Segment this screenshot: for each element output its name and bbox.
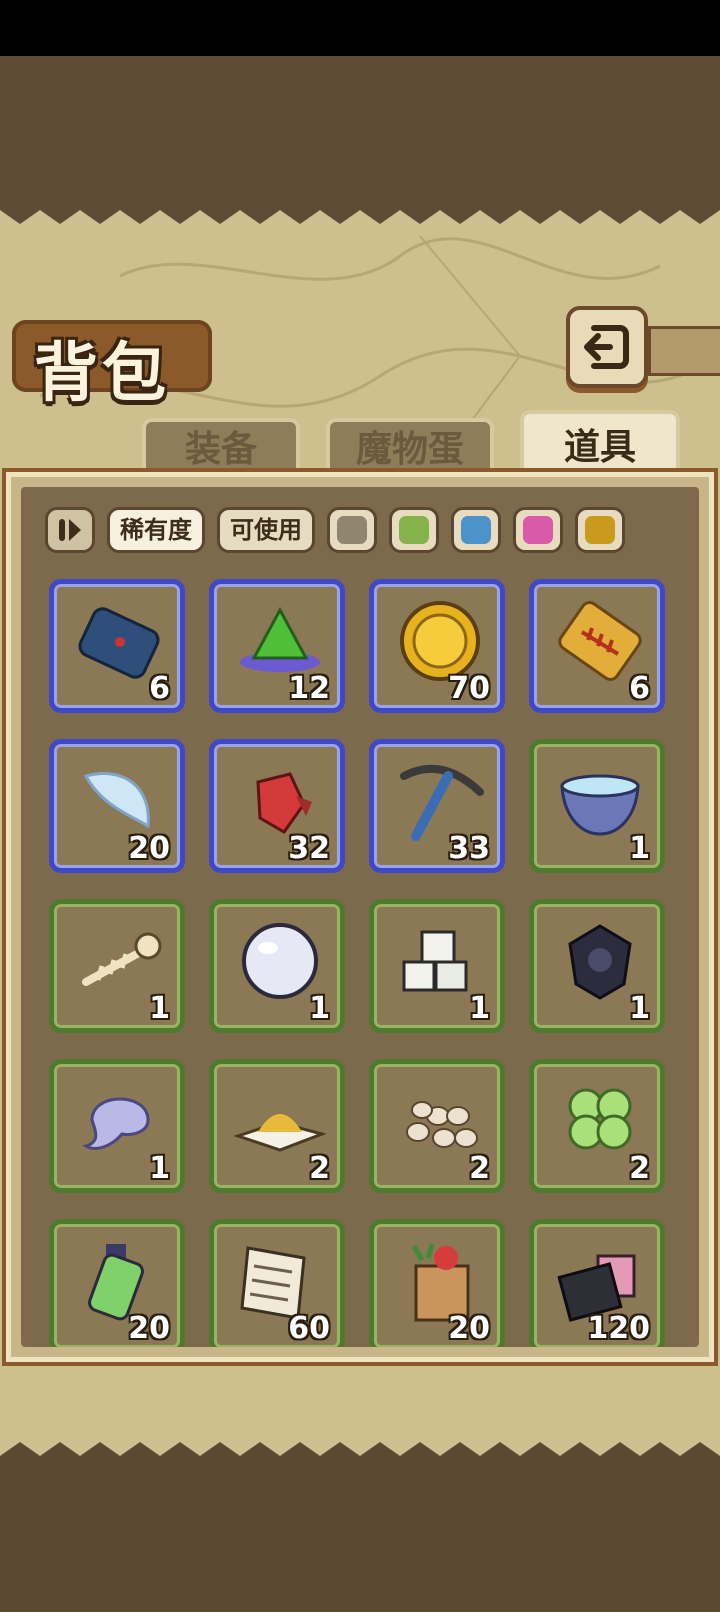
item-slot[interactable]: 1 (209, 899, 345, 1033)
item-quantity: 33 (448, 831, 490, 866)
item-quantity: 60 (288, 1311, 330, 1346)
color-swatch-gray (337, 516, 367, 544)
item-slot[interactable]: 32 (209, 739, 345, 873)
page-title: 背包 (34, 337, 170, 411)
bottom-torn-edge (0, 1442, 720, 1470)
color-swatch-green (399, 516, 429, 544)
color-filter-gold[interactable] (575, 507, 625, 553)
item-slot[interactable]: 33 (369, 739, 505, 873)
item-quantity: 20 (448, 1311, 490, 1346)
color-filter-gray[interactable] (327, 507, 377, 553)
item-quantity: 70 (448, 671, 490, 706)
item-slot[interactable]: 1 (369, 899, 505, 1033)
item-quantity: 2 (629, 1151, 650, 1186)
item-quantity: 1 (149, 1151, 170, 1186)
color-filter-green[interactable] (389, 507, 439, 553)
item-slot[interactable]: 1 (49, 899, 185, 1033)
sort-toggle-icon (59, 519, 81, 541)
inventory-panel: 稀有度 可使用 6 12 70 6 20 32 33 1 1 1 1 1 1 2… (6, 472, 714, 1362)
item-quantity: 6 (149, 671, 170, 706)
rarity-filter-button[interactable]: 稀有度 (107, 507, 205, 553)
item-slot[interactable]: 20 (49, 1219, 185, 1347)
item-quantity: 1 (469, 991, 490, 1026)
top-torn-edge (0, 196, 720, 224)
status-bar (0, 0, 720, 56)
item-quantity: 12 (288, 671, 330, 706)
item-quantity: 6 (629, 671, 650, 706)
item-quantity: 20 (128, 1311, 170, 1346)
sort-toggle-button[interactable] (45, 507, 95, 553)
inventory-inner: 稀有度 可使用 6 12 70 6 20 32 33 1 1 1 1 1 1 2… (21, 487, 699, 1347)
item-slot[interactable]: 120 (529, 1219, 665, 1347)
usable-filter-button[interactable]: 可使用 (217, 507, 315, 553)
item-quantity: 2 (469, 1151, 490, 1186)
item-quantity: 1 (629, 831, 650, 866)
item-slot[interactable]: 12 (209, 579, 345, 713)
item-slot[interactable]: 60 (209, 1219, 345, 1347)
item-quantity: 1 (149, 991, 170, 1026)
item-slot[interactable]: 1 (529, 739, 665, 873)
tab-equipment[interactable]: 装备 (142, 418, 300, 480)
item-slot[interactable]: 1 (529, 899, 665, 1033)
return-arrow-icon (584, 325, 629, 369)
color-swatch-pink (523, 516, 553, 544)
item-slot[interactable]: 6 (529, 579, 665, 713)
color-swatch-blue (461, 516, 491, 544)
tab-monster-eggs[interactable]: 魔物蛋 (326, 418, 494, 480)
item-slot[interactable]: 20 (49, 739, 185, 873)
item-quantity: 1 (309, 991, 330, 1026)
page-title-plate: 背包 (12, 320, 212, 411)
back-button-strip (648, 326, 720, 376)
filter-bar: 稀有度 可使用 (45, 505, 625, 555)
item-quantity: 20 (128, 831, 170, 866)
color-filter-blue[interactable] (451, 507, 501, 553)
color-filter-pink[interactable] (513, 507, 563, 553)
item-slot[interactable]: 1 (49, 1059, 185, 1193)
item-slot[interactable]: 2 (209, 1059, 345, 1193)
back-button[interactable] (566, 306, 648, 388)
item-slot[interactable]: 6 (49, 579, 185, 713)
item-slot[interactable]: 2 (529, 1059, 665, 1193)
item-quantity: 1 (629, 991, 650, 1026)
item-slot[interactable]: 2 (369, 1059, 505, 1193)
item-slot[interactable]: 20 (369, 1219, 505, 1347)
item-quantity: 2 (309, 1151, 330, 1186)
item-quantity: 32 (288, 831, 330, 866)
item-slot[interactable]: 70 (369, 579, 505, 713)
background-bottom (0, 1470, 720, 1612)
color-swatch-gold (585, 516, 615, 544)
background-top (0, 56, 720, 196)
item-quantity: 120 (587, 1311, 650, 1346)
